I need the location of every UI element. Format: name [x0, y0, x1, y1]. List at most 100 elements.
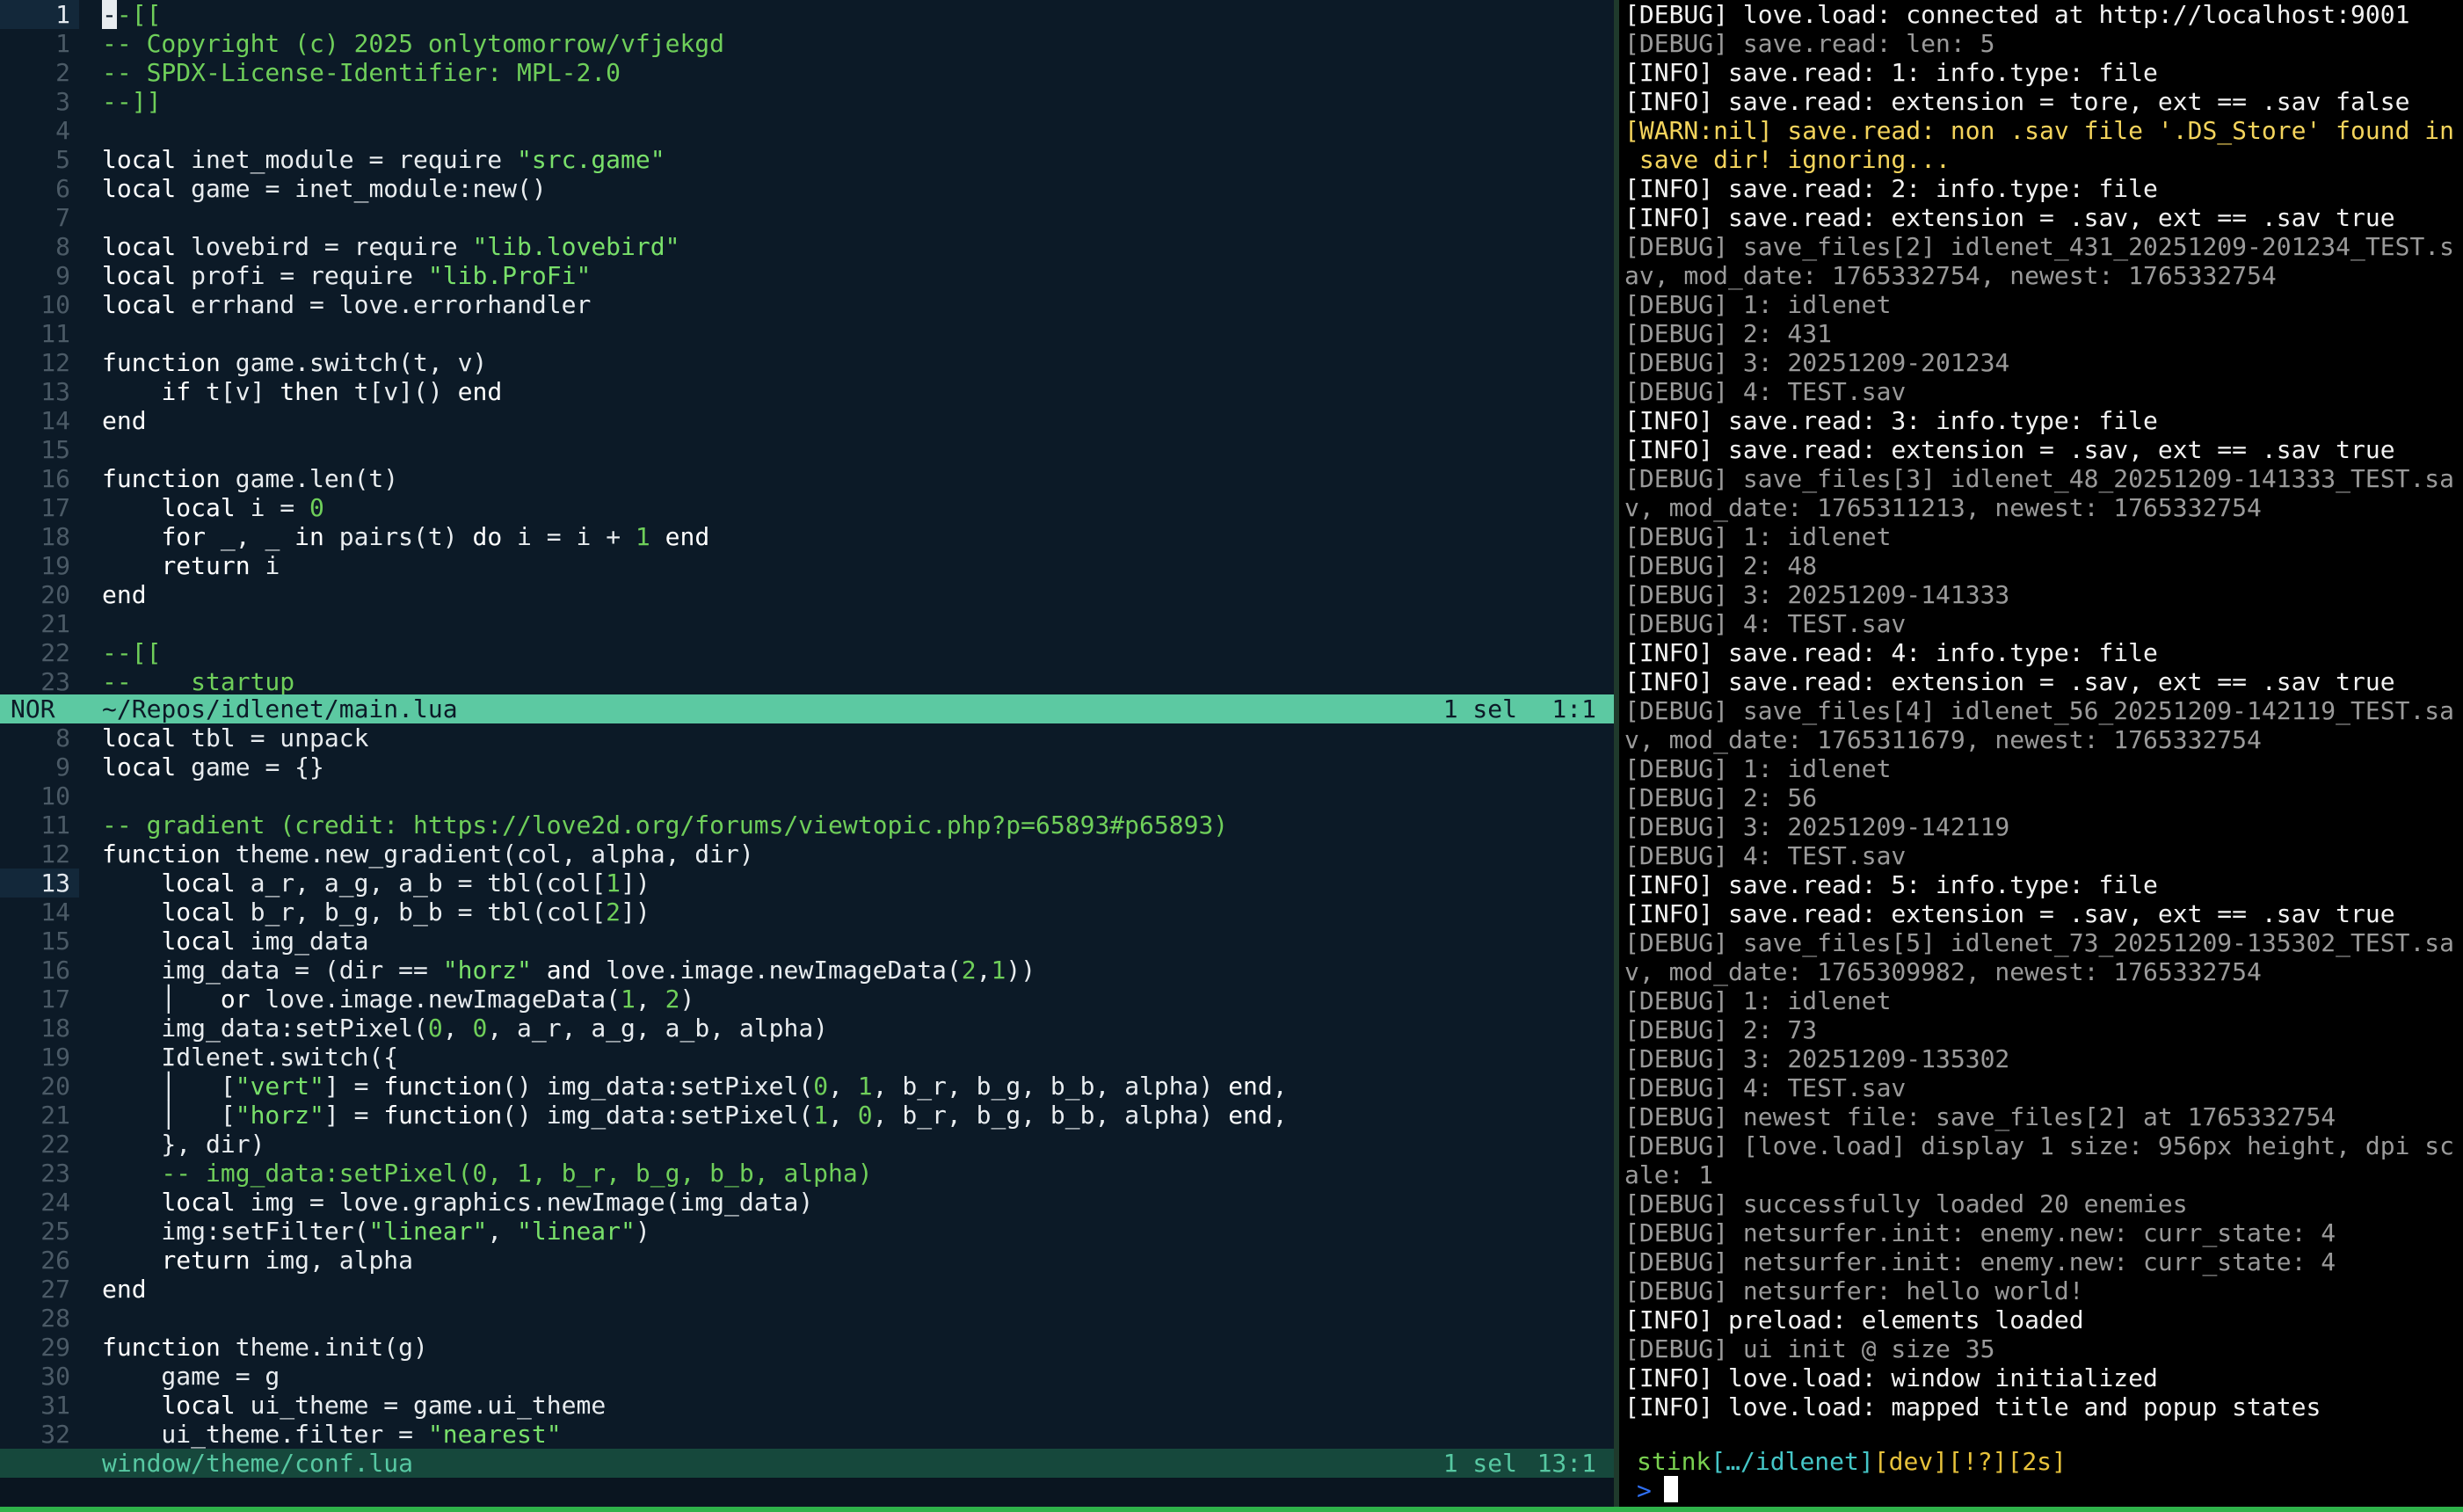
code-line[interactable]: 10 local errhand = love.errorhandler [0, 290, 1614, 319]
code-line[interactable]: 8 local tbl = unpack [0, 723, 1614, 752]
code-line[interactable]: 12 function theme.new_gradient(col, alpha… [0, 840, 1614, 869]
code-text: -- startup [102, 667, 295, 694]
code-line[interactable]: 16 img_data = (dir == "horz" and love.im… [0, 956, 1614, 985]
code-line[interactable]: 9 local profi = require "lib.ProFi" [0, 261, 1614, 290]
code-line[interactable]: 23 -- startup [0, 667, 1614, 694]
terminal-cursor [1663, 1476, 1678, 1502]
prompt-duration: [2s] [2007, 1447, 2067, 1476]
log-line: [DEBUG] 1: idlenet [1624, 754, 1892, 783]
code-line[interactable]: 12 function game.switch(t, v) [0, 348, 1614, 377]
code-line[interactable]: 14 end [0, 406, 1614, 435]
code-line[interactable]: 32 ui_theme.filter = "nearest" [0, 1420, 1614, 1449]
code-text: -- Copyright (c) 2025 onlytomorrow/vfjek… [102, 29, 725, 58]
code-text: local img_data [161, 927, 369, 956]
log-line: [DEBUG] netsurfer.init: enemy.new: curr_… [1624, 1218, 2336, 1247]
code-line[interactable]: 13 if t[v] then t[v]() end [0, 377, 1614, 406]
log-line: [DEBUG] 2: 56 [1624, 783, 1818, 812]
editor-pane-theme[interactable]: 8 local tbl = unpack 9 local game = {} 10 11 -… [0, 723, 1614, 1449]
prompt-arrow-icon: > [1637, 1476, 1652, 1505]
code-line[interactable]: 4 [0, 116, 1614, 145]
code-line[interactable]: 18 for _, _ in pairs(t) do i = i + 1 end [0, 522, 1614, 551]
code-line[interactable]: 15 local img_data [0, 927, 1614, 956]
code-text: }, dir) [102, 1130, 265, 1159]
log-line: av, mod_date: 1765332754, newest: 176533… [1624, 261, 2277, 290]
code-line[interactable]: 25 img:setFilter("linear", "linear") [0, 1217, 1614, 1246]
code-line[interactable]: 9 local game = {} [0, 752, 1614, 781]
code-text: │ or love.image.newImageData(1, 2) [102, 985, 695, 1014]
shell-prompt[interactable]: stink […/idlenet] [dev] [!?] [2s] > [1624, 1447, 2067, 1505]
line-number: 21 [40, 609, 70, 638]
code-line[interactable]: 11 [0, 319, 1614, 348]
code-line[interactable]: 8 local lovebird = require "lib.lovebird" [0, 232, 1614, 261]
code-line[interactable]: 26 return img, alpha [0, 1246, 1614, 1275]
code-line[interactable]: 17 │ or love.image.newImageData(1, 2) [0, 985, 1614, 1014]
code-line[interactable]: 24 local img = love.graphics.newImage(im… [0, 1188, 1614, 1217]
code-line[interactable]: 22 }, dir) [0, 1130, 1614, 1159]
code-line[interactable]: 20 │ ["vert"] = function() img_data:setP… [0, 1072, 1614, 1101]
code-text: local inet_module = require "src.game" [102, 145, 665, 174]
code-line[interactable]: 2 -- SPDX-License-Identifier: MPL-2.0 [0, 58, 1614, 87]
code-line[interactable]: 1 -- Copyright (c) 2025 onlytomorrow/vfje… [0, 29, 1614, 58]
code-line[interactable]: 7 [0, 203, 1614, 232]
code-line[interactable]: 16 function game.len(t) [0, 464, 1614, 493]
code-line[interactable]: 13 local a_r, a_g, a_b = tbl(col[1]) [0, 869, 1614, 898]
log-line: [DEBUG] save_files[2] idlenet_431_202512… [1624, 232, 2455, 261]
line-number: 5 [55, 145, 70, 174]
code-line[interactable]: 10 [0, 781, 1614, 811]
code-line[interactable]: 5 local inet_module = require "src.game" [0, 145, 1614, 174]
terminal-pane[interactable]: [DEBUG] love.load: connected at http://l… [1619, 0, 2463, 1507]
code-line[interactable]: 14 local b_r, b_g, b_b = tbl(col[2]) [0, 898, 1614, 927]
code-line[interactable]: 1 --[[ [0, 0, 1614, 29]
mode-indicator: NOR [11, 694, 55, 723]
code-text: img_data:setPixel(0, 0, a_r, a_g, a_b, a… [102, 1014, 829, 1043]
code-line[interactable]: 29 function theme.init(g) [0, 1333, 1614, 1362]
code-line[interactable]: 17 local i = 0 [0, 493, 1614, 522]
apple-icon [1624, 1447, 1637, 1476]
code-line[interactable]: 6 local game = inet_module:new() [0, 174, 1614, 203]
line-number: 16 [40, 464, 70, 493]
code-line[interactable]: 22 --[[ [0, 638, 1614, 667]
code-line[interactable]: 27 end [0, 1275, 1614, 1304]
log-line: v, mod_date: 1765309982, newest: 1765332… [1624, 957, 2262, 986]
code-line[interactable]: 21 │ ["horz"] = function() img_data:setP… [0, 1101, 1614, 1130]
code-text: -- img_data:setPixel(0, 1, b_r, b_g, b_b… [102, 1159, 873, 1188]
code-line[interactable]: 20 end [0, 580, 1614, 609]
log-line: [INFO] save.read: extension = tore, ext … [1624, 87, 2410, 116]
log-line: [INFO] save.read: 3: info.type: file [1624, 406, 2158, 435]
code-line[interactable]: 23 -- img_data:setPixel(0, 1, b_r, b_g, … [0, 1159, 1614, 1188]
line-number: 17 [40, 985, 70, 1014]
code-line[interactable]: 28 [0, 1304, 1614, 1333]
prompt-git-status: [!?] [1948, 1447, 2008, 1476]
line-number: 29 [40, 1333, 70, 1362]
code-line[interactable]: 11 -- gradient (credit: https://love2d.or… [0, 811, 1614, 840]
code-line[interactable]: 19 return i [0, 551, 1614, 580]
line-number: 22 [40, 638, 70, 667]
line-number: 18 [40, 1014, 70, 1043]
code-line[interactable]: 30 game = g [0, 1362, 1614, 1391]
line-number: 23 [40, 667, 70, 694]
line-number: 28 [40, 1304, 70, 1333]
log-line: [DEBUG] 1: idlenet [1624, 986, 1892, 1015]
log-line: [DEBUG] [love.load] display 1 size: 956p… [1624, 1131, 2455, 1160]
line-number: 23 [40, 1159, 70, 1188]
editor-pane-main[interactable]: 1 --[[1 -- Copyright (c) 2025 onlytomorrow… [0, 0, 1614, 694]
line-number: 4 [55, 116, 70, 145]
log-line: [INFO] save.read: 2: info.type: file [1624, 174, 2158, 203]
code-line[interactable]: 3 --]] [0, 87, 1614, 116]
code-line[interactable]: 19 Idlenet.switch({ [0, 1043, 1614, 1072]
file-path: ~/Repos/idlenet/main.lua [102, 694, 458, 723]
line-number: 3 [55, 87, 70, 116]
log-line: [INFO] love.load: window initialized [1624, 1363, 2158, 1392]
code-line[interactable]: 18 img_data:setPixel(0, 0, a_r, a_g, a_b… [0, 1014, 1614, 1043]
status-line-theme: window/theme/conf.lua 1 sel 13:1 [0, 1449, 1614, 1478]
code-line[interactable]: 15 [0, 435, 1614, 464]
code-line[interactable]: 31 local ui_theme = game.ui_theme [0, 1391, 1614, 1420]
code-text: local lovebird = require "lib.lovebird" [102, 232, 680, 261]
log-line: [DEBUG] 2: 431 [1624, 319, 1833, 348]
code-line[interactable]: 21 [0, 609, 1614, 638]
code-text: img:setFilter("linear", "linear") [102, 1217, 650, 1246]
line-number: 9 [55, 261, 70, 290]
log-line: [DEBUG] 3: 20251209-201234 [1624, 348, 2010, 377]
code-text: --]] [102, 87, 162, 116]
